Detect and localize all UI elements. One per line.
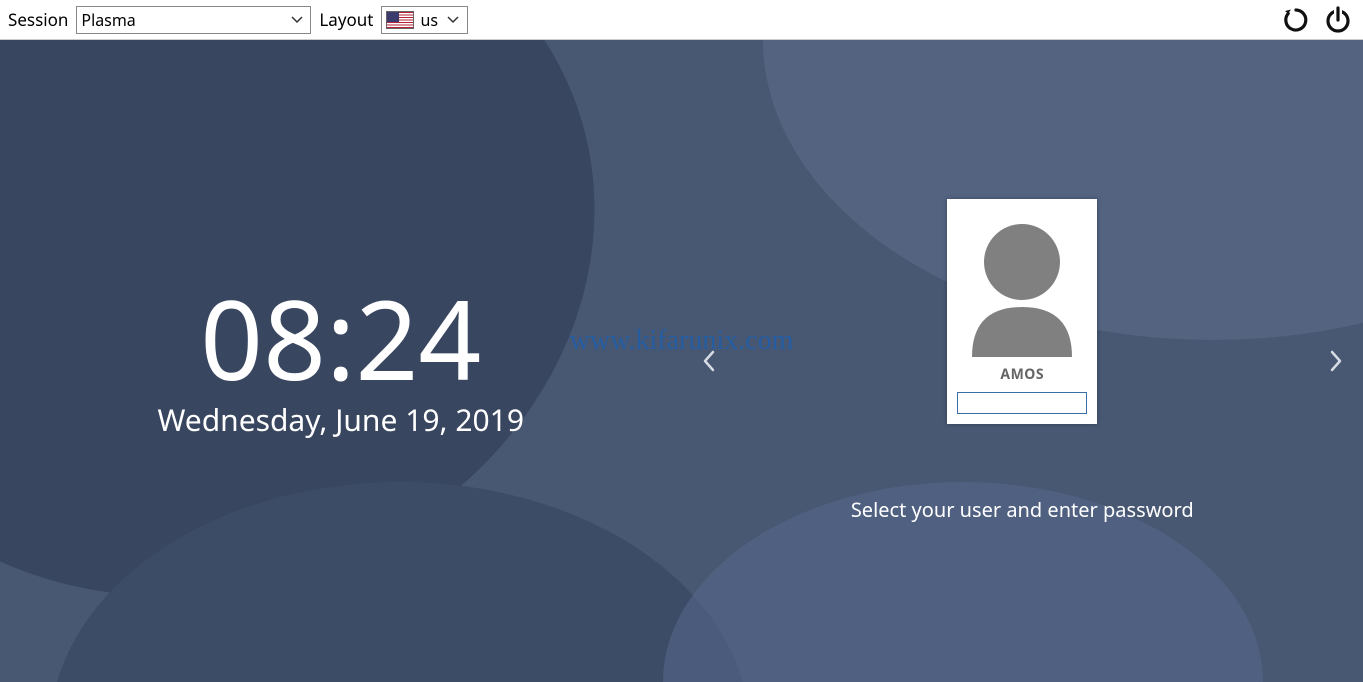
restart-icon [1282,6,1310,34]
login-hint: Select your user and enter password [851,496,1194,523]
user-avatar-icon [957,207,1087,357]
user-card: AMOS [947,199,1097,424]
shutdown-button[interactable] [1321,3,1355,37]
flag-us-icon [386,11,414,29]
chevron-down-icon [288,16,306,24]
top-bar: Session Plasma Layout us [0,0,1363,40]
password-input[interactable] [957,392,1087,414]
session-dropdown[interactable]: Plasma [76,6,311,34]
next-user-button[interactable] [1319,340,1353,382]
session-value: Plasma [81,9,135,31]
session-label: Session [8,8,68,31]
power-icon [1324,6,1352,34]
layout-value: us [420,9,438,31]
layout-dropdown[interactable]: us [381,6,468,34]
layout-label: Layout [319,8,373,31]
clock-pane: 08:24 Wednesday, June 19, 2019 [0,40,682,682]
chevron-left-icon [702,350,716,372]
content: 08:24 Wednesday, June 19, 2019 AMOS Sele… [0,40,1363,682]
chevron-down-icon [444,16,462,24]
login-pane: AMOS Select your user and enter password [682,40,1363,682]
clock-date: Wednesday, June 19, 2019 [157,399,524,440]
clock-time: 08:24 [200,283,481,393]
user-name: AMOS [1000,365,1044,384]
prev-user-button[interactable] [692,340,726,382]
restart-button[interactable] [1279,3,1313,37]
chevron-right-icon [1329,350,1343,372]
